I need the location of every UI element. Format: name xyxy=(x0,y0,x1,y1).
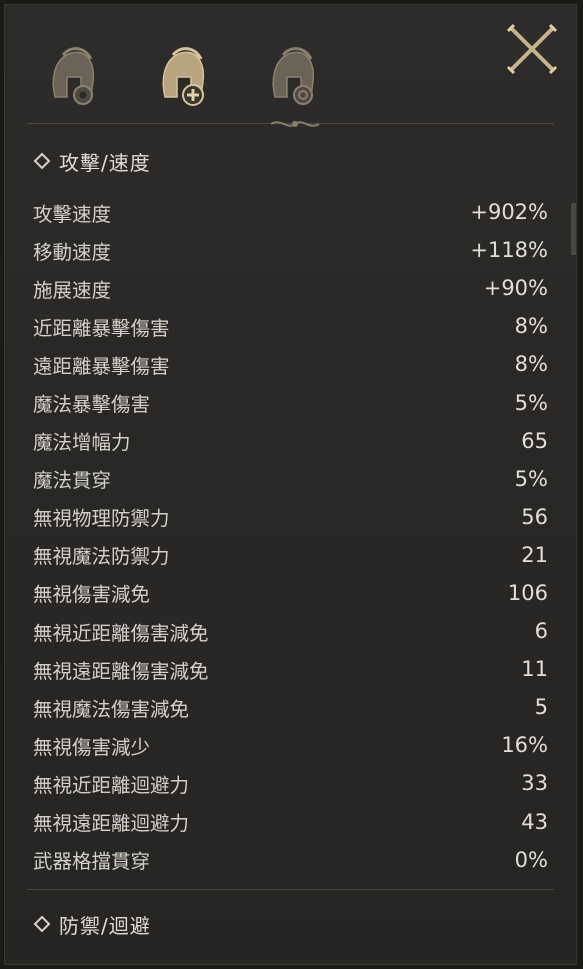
stat-label: 遠距離暴擊傷害 xyxy=(33,354,170,378)
stat-value: 5 xyxy=(534,695,548,720)
stat-value: +902% xyxy=(470,200,548,225)
stat-value: 8% xyxy=(514,314,548,339)
stats-panel: 攻擊/速度 攻擊速度 +902% 移動速度 +118% 施展速度 +90% 近距離暴擊… xyxy=(4,4,577,965)
stat-label: 無視傷害減免 xyxy=(33,583,151,607)
stat-label: 魔法暴擊傷害 xyxy=(33,393,151,417)
stat-label: 施展速度 xyxy=(33,278,112,302)
stat-label: 武器格擋貫穿 xyxy=(33,850,151,874)
stat-row: 無視魔法傷害減免 5 xyxy=(33,688,548,726)
stat-row: 無視近距離迴避力 33 xyxy=(33,764,548,802)
stat-row: 武器格擋貫穿 0% xyxy=(33,841,548,879)
stat-value: 5% xyxy=(514,466,548,491)
stat-value: 5% xyxy=(514,390,548,415)
close-button[interactable] xyxy=(504,21,560,77)
stat-row: 無視魔法防禦力 21 xyxy=(33,536,548,574)
helmet-gear-icon xyxy=(52,47,95,105)
stat-value: +90% xyxy=(483,276,548,301)
stat-row: 遠距離暴擊傷害 8% xyxy=(33,345,548,383)
divider-bottom xyxy=(27,889,554,890)
stat-row: 無視遠距離迴避力 43 xyxy=(33,803,548,841)
stat-row: 無視傷害減少 16% xyxy=(33,726,548,764)
stat-value: 65 xyxy=(521,428,548,453)
stat-row: 無視遠距離傷害減免 11 xyxy=(33,650,548,688)
stat-label: 無視遠距離傷害減免 xyxy=(33,659,209,683)
stat-row: 無視傷害減免 106 xyxy=(33,574,548,612)
stat-row: 移動速度 +118% xyxy=(33,231,548,269)
diamond-icon xyxy=(33,915,51,933)
helmet-target-icon xyxy=(272,47,315,105)
stat-label: 無視魔法傷害減免 xyxy=(33,697,190,721)
stat-value: 33 xyxy=(521,771,548,796)
scrollbar[interactable] xyxy=(571,203,576,255)
divider-ornament-icon xyxy=(270,121,320,127)
stat-row: 近距離暴擊傷害 8% xyxy=(33,307,548,345)
stat-value: 106 xyxy=(507,580,548,605)
stat-value: +118% xyxy=(470,238,548,263)
stat-label: 無視魔法防禦力 xyxy=(33,545,170,569)
stat-value: 16% xyxy=(501,733,548,758)
stats-list: 攻擊速度 +902% 移動速度 +118% 施展速度 +90% 近距離暴擊傷害 8% 遠… xyxy=(33,193,548,879)
diamond-icon xyxy=(33,152,51,170)
section-header-attack-speed[interactable]: 攻擊/速度 xyxy=(33,146,151,176)
stat-value: 8% xyxy=(514,352,548,377)
stat-row: 魔法貫穿 5% xyxy=(33,460,548,498)
stat-row: 魔法暴擊傷害 5% xyxy=(33,383,548,421)
section-title: 防禦/迴避 xyxy=(59,913,151,938)
stat-value: 21 xyxy=(521,542,548,567)
stat-label: 魔法貫穿 xyxy=(33,469,112,493)
stat-row: 魔法增幅力 65 xyxy=(33,422,548,460)
stat-value: 0% xyxy=(514,847,548,872)
helmet-plus-icon xyxy=(162,47,205,106)
stat-row: 攻擊速度 +902% xyxy=(33,193,548,231)
section-header-defense-evasion[interactable]: 防禦/迴避 xyxy=(33,909,151,939)
stat-label: 無視物理防禦力 xyxy=(33,507,170,531)
stat-row: 無視近距離傷害減免 6 xyxy=(33,612,548,650)
stat-label: 無視遠距離迴避力 xyxy=(33,812,190,836)
stat-label: 魔法增幅力 xyxy=(33,431,131,455)
tab-helmet-gear[interactable] xyxy=(41,41,101,111)
stat-label: 無視近距離迴避力 xyxy=(33,773,190,797)
stat-value: 56 xyxy=(521,504,548,529)
stat-label: 無視近距離傷害減免 xyxy=(33,621,209,645)
section-title: 攻擊/速度 xyxy=(59,150,151,175)
stat-value: 11 xyxy=(521,657,548,682)
stat-label: 無視傷害減少 xyxy=(33,735,151,759)
tab-helmet-plus[interactable] xyxy=(151,41,211,111)
tab-helmet-target[interactable] xyxy=(261,41,321,111)
stat-value: 43 xyxy=(521,809,548,834)
stat-label: 移動速度 xyxy=(33,240,112,264)
stat-row: 施展速度 +90% xyxy=(33,269,548,307)
stat-value: 6 xyxy=(534,619,548,644)
crossed-swords-close-icon xyxy=(506,23,558,75)
stat-label: 近距離暴擊傷害 xyxy=(33,316,170,340)
stat-row: 無視物理防禦力 56 xyxy=(33,498,548,536)
tab-bar xyxy=(5,5,576,120)
stat-label: 攻擊速度 xyxy=(33,202,112,226)
